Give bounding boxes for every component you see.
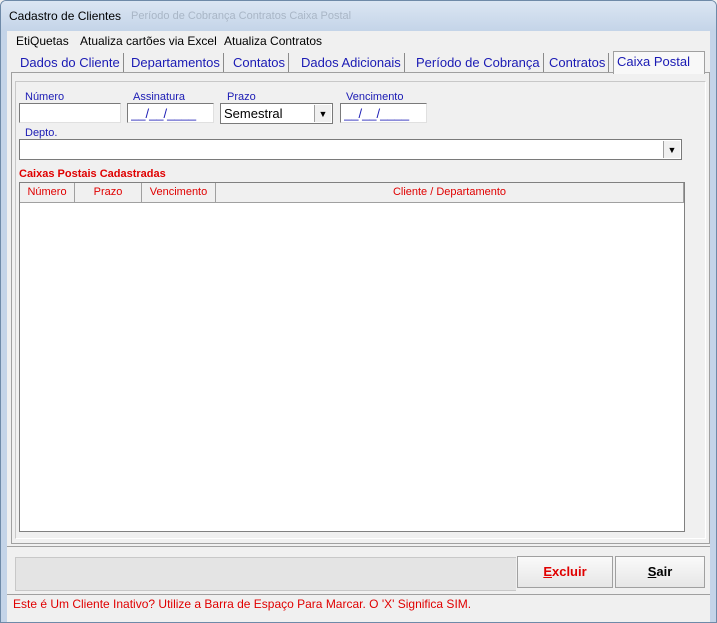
sair-label: air bbox=[656, 564, 673, 579]
chevron-down-icon[interactable]: ▼ bbox=[663, 141, 680, 158]
caixas-postais-grid[interactable]: Número Prazo Vencimento Cliente / Depart… bbox=[19, 182, 685, 532]
column-header-prazo[interactable]: Prazo bbox=[75, 183, 142, 202]
numero-label: Número bbox=[25, 91, 65, 103]
menu-item-atualiza-contratos[interactable]: Atualiza Contratos bbox=[224, 34, 322, 48]
prazo-selected-value: Semestral bbox=[224, 106, 283, 121]
tab-dados-adicionais[interactable]: Dados Adicionais bbox=[298, 53, 405, 73]
tab-caixa-postal[interactable]: Caixa Postal bbox=[613, 51, 705, 74]
window-frame-left bbox=[1, 31, 7, 622]
numero-input[interactable] bbox=[19, 103, 121, 123]
main-window: Cadastro de Clientes Período de Cobrança… bbox=[0, 0, 717, 623]
tab-periodo-de-cobranca[interactable]: Período de Cobrança bbox=[413, 53, 544, 73]
assinatura-label: Assinatura bbox=[133, 91, 185, 103]
title-ghost-text: Período de Cobrança Contratos Caixa Post… bbox=[131, 10, 352, 22]
status-message: Este é Um Cliente Inativo? Utilize a Bar… bbox=[13, 597, 472, 611]
chevron-down-icon[interactable]: ▼ bbox=[314, 105, 331, 122]
grid-header: Número Prazo Vencimento Cliente / Depart… bbox=[20, 183, 684, 203]
tab-contratos[interactable]: Contratos bbox=[546, 53, 610, 73]
depto-label: Depto. bbox=[25, 127, 58, 139]
grid-title: Caixas Postais Cadastradas bbox=[19, 168, 166, 180]
column-header-numero[interactable]: Número bbox=[20, 183, 75, 202]
vencimento-label: Vencimento bbox=[346, 91, 404, 103]
window-title: Cadastro de Clientes bbox=[9, 9, 122, 23]
column-header-cliente-departamento[interactable]: Cliente / Departamento bbox=[216, 183, 684, 202]
menu-item-atualiza-cartoes[interactable]: Atualiza cartões via Excel bbox=[80, 34, 217, 48]
window-frame-right bbox=[710, 31, 716, 622]
excluir-button[interactable]: Excluir bbox=[517, 556, 613, 588]
status-box bbox=[15, 557, 516, 591]
menu-item-etiquetas[interactable]: EtiQuetas bbox=[16, 34, 69, 48]
column-header-vencimento[interactable]: Vencimento bbox=[142, 183, 216, 202]
excluir-label: xcluir bbox=[551, 564, 587, 579]
depto-select[interactable]: ▼ bbox=[19, 139, 682, 160]
excluir-accelerator: E bbox=[543, 564, 552, 579]
title-bar[interactable]: Cadastro de Clientes Período de Cobrança… bbox=[1, 1, 716, 31]
sair-button[interactable]: Sair bbox=[615, 556, 705, 588]
tab-departamentos[interactable]: Departamentos bbox=[128, 53, 224, 73]
assinatura-input[interactable] bbox=[127, 103, 214, 123]
tab-contatos[interactable]: Contatos bbox=[230, 53, 290, 73]
tab-dados-do-cliente[interactable]: Dados do Cliente bbox=[17, 53, 124, 73]
prazo-select[interactable]: Semestral ▼ bbox=[220, 103, 333, 124]
prazo-label: Prazo bbox=[227, 91, 256, 103]
tab-strip: Dados do Cliente Departamentos Contatos … bbox=[9, 51, 709, 74]
status-divider bbox=[7, 594, 710, 595]
vencimento-input[interactable] bbox=[340, 103, 427, 123]
menu-bar: EtiQuetas Atualiza cartões via Excel Atu… bbox=[7, 32, 710, 50]
